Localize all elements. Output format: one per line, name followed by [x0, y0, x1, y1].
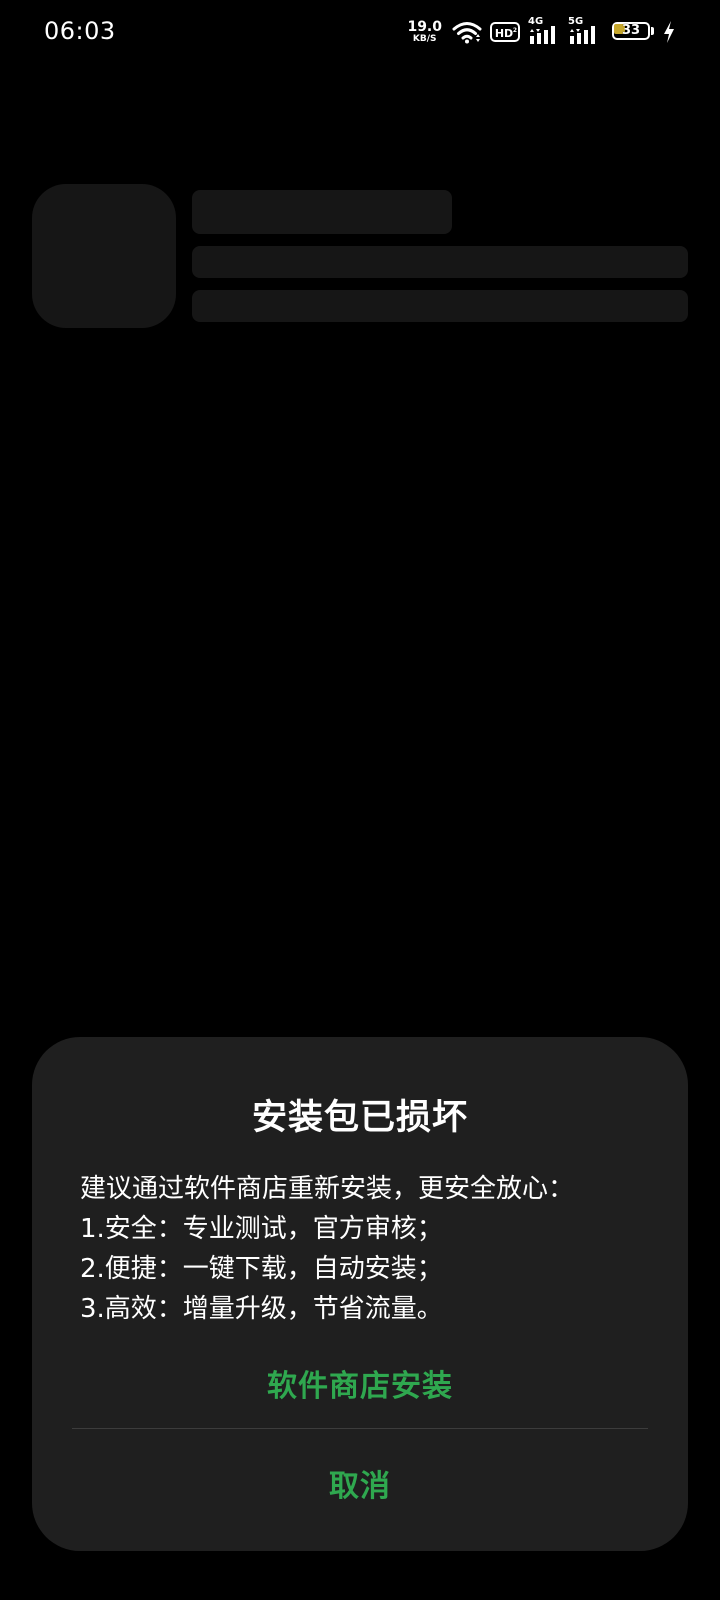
app-info-placeholder-2: [192, 290, 688, 322]
dialog-message-point-1: 1.安全：专业测试，官方审核；: [80, 1214, 443, 1244]
app-info-placeholder-1: [192, 246, 688, 278]
dialog-message-intro: 建议通过软件商店重新安装，更安全放心：: [80, 1174, 575, 1204]
hd-label: HD: [495, 27, 513, 40]
network-speed-unit: KB/S: [412, 34, 437, 44]
status-bar: 06:03 19.0 KB/S HD 2 4G 5G 33: [0, 0, 720, 64]
svg-text:2: 2: [513, 27, 517, 34]
hd-voice-icon: HD 2: [490, 21, 520, 43]
cancel-button[interactable]: 取消: [32, 1457, 688, 1517]
dialog-message-point-3: 3.高效：增量升级，节省流量。: [80, 1294, 443, 1324]
dialog-message: 建议通过软件商店重新安装，更安全放心： 1.安全：专业测试，官方审核； 2.便捷…: [80, 1169, 660, 1329]
install-error-dialog: 安装包已损坏 建议通过软件商店重新安装，更安全放心： 1.安全：专业测试，官方审…: [32, 1037, 688, 1551]
status-time: 06:03: [44, 17, 116, 45]
battery-level: 33: [621, 23, 641, 38]
wifi-icon: [452, 20, 482, 44]
charging-bolt-icon: [662, 20, 676, 44]
app-icon-placeholder: [32, 184, 176, 328]
battery-icon: 33: [612, 22, 654, 42]
app-name-placeholder: [192, 190, 452, 234]
dialog-divider: [72, 1428, 648, 1429]
status-icons: 19.0 KB/S HD 2 4G 5G 33: [407, 16, 676, 48]
signal-5g-icon: 5G: [568, 17, 600, 44]
dialog-message-point-2: 2.便捷：一键下载，自动安装；: [80, 1254, 443, 1284]
network-speed: 19.0 KB/S: [407, 20, 442, 44]
network-speed-value: 19.0: [407, 19, 442, 35]
signal-4g-icon: 4G: [528, 17, 560, 44]
dialog-title: 安装包已损坏: [251, 1098, 468, 1138]
install-from-store-button[interactable]: 软件商店安装: [32, 1357, 688, 1417]
